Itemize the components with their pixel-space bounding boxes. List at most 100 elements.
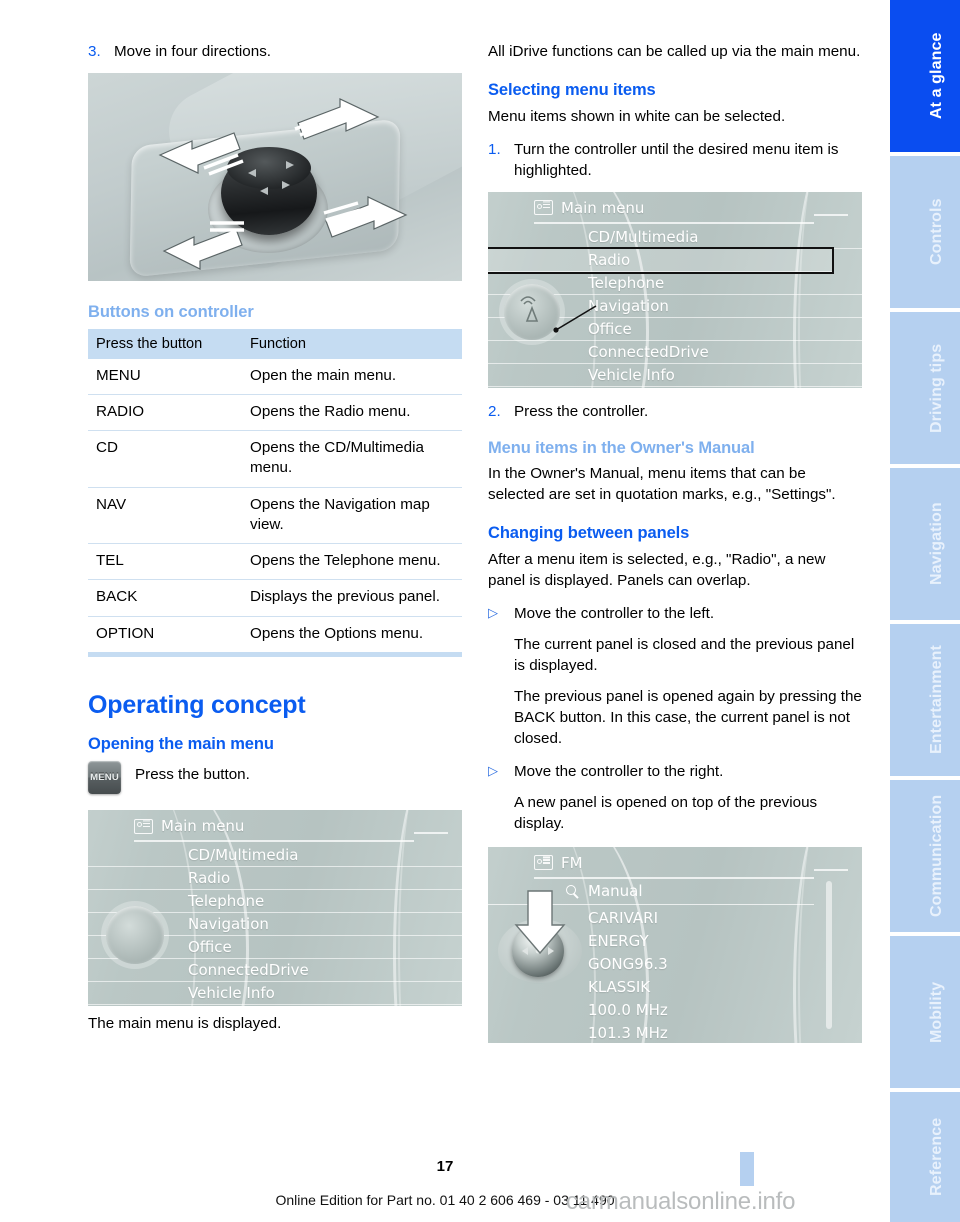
cell-button: NAV — [88, 486, 242, 544]
tab-communication[interactable]: Communication — [890, 780, 960, 932]
menu-item[interactable]: Radio — [88, 867, 462, 891]
cell-function: Open the main menu. — [250, 366, 397, 384]
step-text: Turn the controller until the desired me… — [514, 140, 839, 179]
cell-button: CD — [88, 430, 242, 488]
cell-function: Opens the CD/Multimedia menu. — [242, 430, 462, 488]
arrow-lower-left — [162, 221, 244, 270]
cell-button: BACK — [88, 579, 242, 617]
menu-item[interactable]: ConnectedDrive — [488, 341, 862, 364]
bullet-sub-text: A new panel is opened on top of the prev… — [514, 793, 818, 832]
press-button-row: MENU Press the button. — [88, 761, 462, 795]
table-header-function: Function — [242, 328, 462, 359]
menu-hardware-button[interactable]: MENU — [88, 761, 121, 795]
heading-selecting-menu-items: Selecting menu items — [488, 80, 656, 99]
screen-title-bar: Main menu — [88, 810, 462, 840]
menu-item[interactable]: Vehicle Info — [88, 982, 462, 1006]
bullet-item: ▷ Move the controller to the right. — [488, 762, 862, 783]
caption-main-menu-displayed: The main menu is displayed. — [88, 1015, 282, 1033]
arrow-upper-right — [294, 98, 380, 140]
table-row: RADIO Opens the Radio menu. — [88, 393, 462, 431]
tab-label: Mobility — [928, 981, 945, 1043]
tab-navigation[interactable]: Navigation — [890, 468, 960, 620]
cell-function: Displays the previous panel. — [242, 579, 462, 617]
step-2: 2. Press the controller. — [488, 402, 862, 423]
menu-items-om-body: In the Owner's Manual, menu items that c… — [488, 465, 836, 504]
bullet-text: Move the controller to the right. — [514, 762, 724, 780]
idrive-screen-main-menu: Main menu CD/Multimedia Radio Telephone … — [88, 810, 462, 1007]
screen-title-bar: Main menu — [488, 192, 862, 222]
table-row: MENU Open the main menu. — [88, 359, 462, 395]
tab-label: Navigation — [928, 502, 945, 586]
tab-label: Communication — [928, 794, 945, 918]
bullet-marker-icon: ▷ — [488, 605, 498, 621]
fm-search-label: Manual — [588, 881, 643, 900]
heading-opening-the-main-menu: Opening the main menu — [88, 735, 274, 754]
cell-function: Opens the Options menu. — [242, 615, 462, 652]
menu-item[interactable]: Vehicle Info — [488, 364, 862, 387]
step-number: 1. — [488, 140, 501, 158]
table-row: CD Opens the CD/Multimedia menu. — [88, 430, 462, 488]
intro-paragraph: All iDrive functions can be called up vi… — [488, 43, 861, 60]
right-column: All iDrive functions can be called up vi… — [488, 42, 862, 1043]
screen-title: Main menu — [561, 198, 645, 217]
heading-menu-items-owners-manual: Menu items in the Owner's Manual — [488, 438, 755, 457]
buttons-table: Press the button Function MENU Open the … — [88, 328, 462, 652]
main-menu-icon — [134, 818, 153, 834]
menu-item[interactable]: Settings — [488, 387, 862, 388]
cell-function: Opens the Navigation map view. — [242, 486, 462, 544]
arrow-lower-right — [323, 196, 408, 238]
page-number: 17 — [436, 1158, 454, 1175]
step-text: Press the controller. — [514, 402, 649, 420]
cell-button: RADIO — [88, 393, 242, 431]
screen-title-rule-right — [814, 868, 848, 871]
tab-mobility[interactable]: Mobility — [890, 936, 960, 1088]
step-text: Move in four directions. — [114, 43, 272, 60]
bullet-marker-icon: ▷ — [488, 762, 498, 778]
table-row: BACK Displays the previous panel. — [88, 579, 462, 617]
step-number: 2. — [488, 402, 501, 420]
cell-function: Opens the Radio menu. — [242, 393, 462, 431]
menu-item-selected[interactable]: Radio — [488, 246, 834, 274]
watermark: carmanualsonline.info — [566, 1188, 796, 1215]
tab-driving-tips[interactable]: Driving tips — [890, 312, 960, 464]
press-button-label: Press the button. — [135, 766, 250, 784]
tab-at-a-glance[interactable]: At a glance — [890, 0, 960, 152]
screen-controller-graphic — [106, 906, 164, 965]
cell-function: Opens the Telephone menu. — [242, 543, 462, 580]
table-header-press-the-button: Press the button — [88, 328, 242, 359]
bullet-text: Move the controller to the left. — [514, 605, 715, 623]
tab-entertainment[interactable]: Entertainment — [890, 624, 960, 776]
section-tab-rail: At a glance Controls Driving tips Naviga… — [890, 0, 960, 1222]
left-column: 3. Move in four directions. Buttons on c… — [88, 42, 462, 1035]
heading-buttons-on-controller: Buttons on controller — [88, 302, 254, 321]
idrive-screen-main-menu-selected: Main menu CD/Multimedia Radio Telephone … — [488, 191, 862, 388]
menu-item[interactable]: ConnectedDrive — [88, 959, 462, 983]
menu-item[interactable]: CD/Multimedia — [88, 844, 462, 868]
callout-line — [553, 304, 597, 333]
step-3: 3. Move in four directions. — [88, 42, 462, 63]
screen-title-rule-right — [814, 213, 848, 216]
bullet-item: ▷ Move the controller to the left. — [488, 604, 862, 625]
tab-reference[interactable]: Reference — [890, 1092, 960, 1222]
tab-controls[interactable]: Controls — [890, 156, 960, 308]
tab-label: Entertainment — [928, 645, 945, 755]
tab-label: Driving tips — [928, 343, 945, 433]
table-bottom-rule — [88, 651, 462, 657]
table-row: NAV Opens the Navigation map view. — [88, 486, 462, 544]
screen-title-rule-right — [414, 832, 448, 835]
arrow-upper-left — [158, 132, 244, 176]
heading-operating-concept: Operating concept — [88, 690, 306, 719]
controller-photo — [88, 72, 462, 281]
screen-title: FM — [561, 853, 583, 872]
radio-icon — [534, 855, 553, 871]
step-1: 1. Turn the controller until the desired… — [488, 140, 862, 182]
menu-item[interactable]: CD/Multimedia — [488, 226, 862, 249]
changing-body: After a menu item is selected, e.g., "Ra… — [488, 551, 826, 590]
screen-title-bar: FM — [488, 847, 862, 877]
photo-arrows-overlay — [158, 98, 408, 270]
table-header-row: Press the button Function — [88, 328, 462, 359]
screen-scrollbar[interactable] — [826, 880, 832, 1029]
bullet-sub-text: The current panel is closed and the prev… — [514, 636, 855, 675]
menu-item[interactable]: Settings — [88, 1005, 462, 1006]
bullet-sub-text: The previous panel is opened again by pr… — [514, 688, 862, 747]
